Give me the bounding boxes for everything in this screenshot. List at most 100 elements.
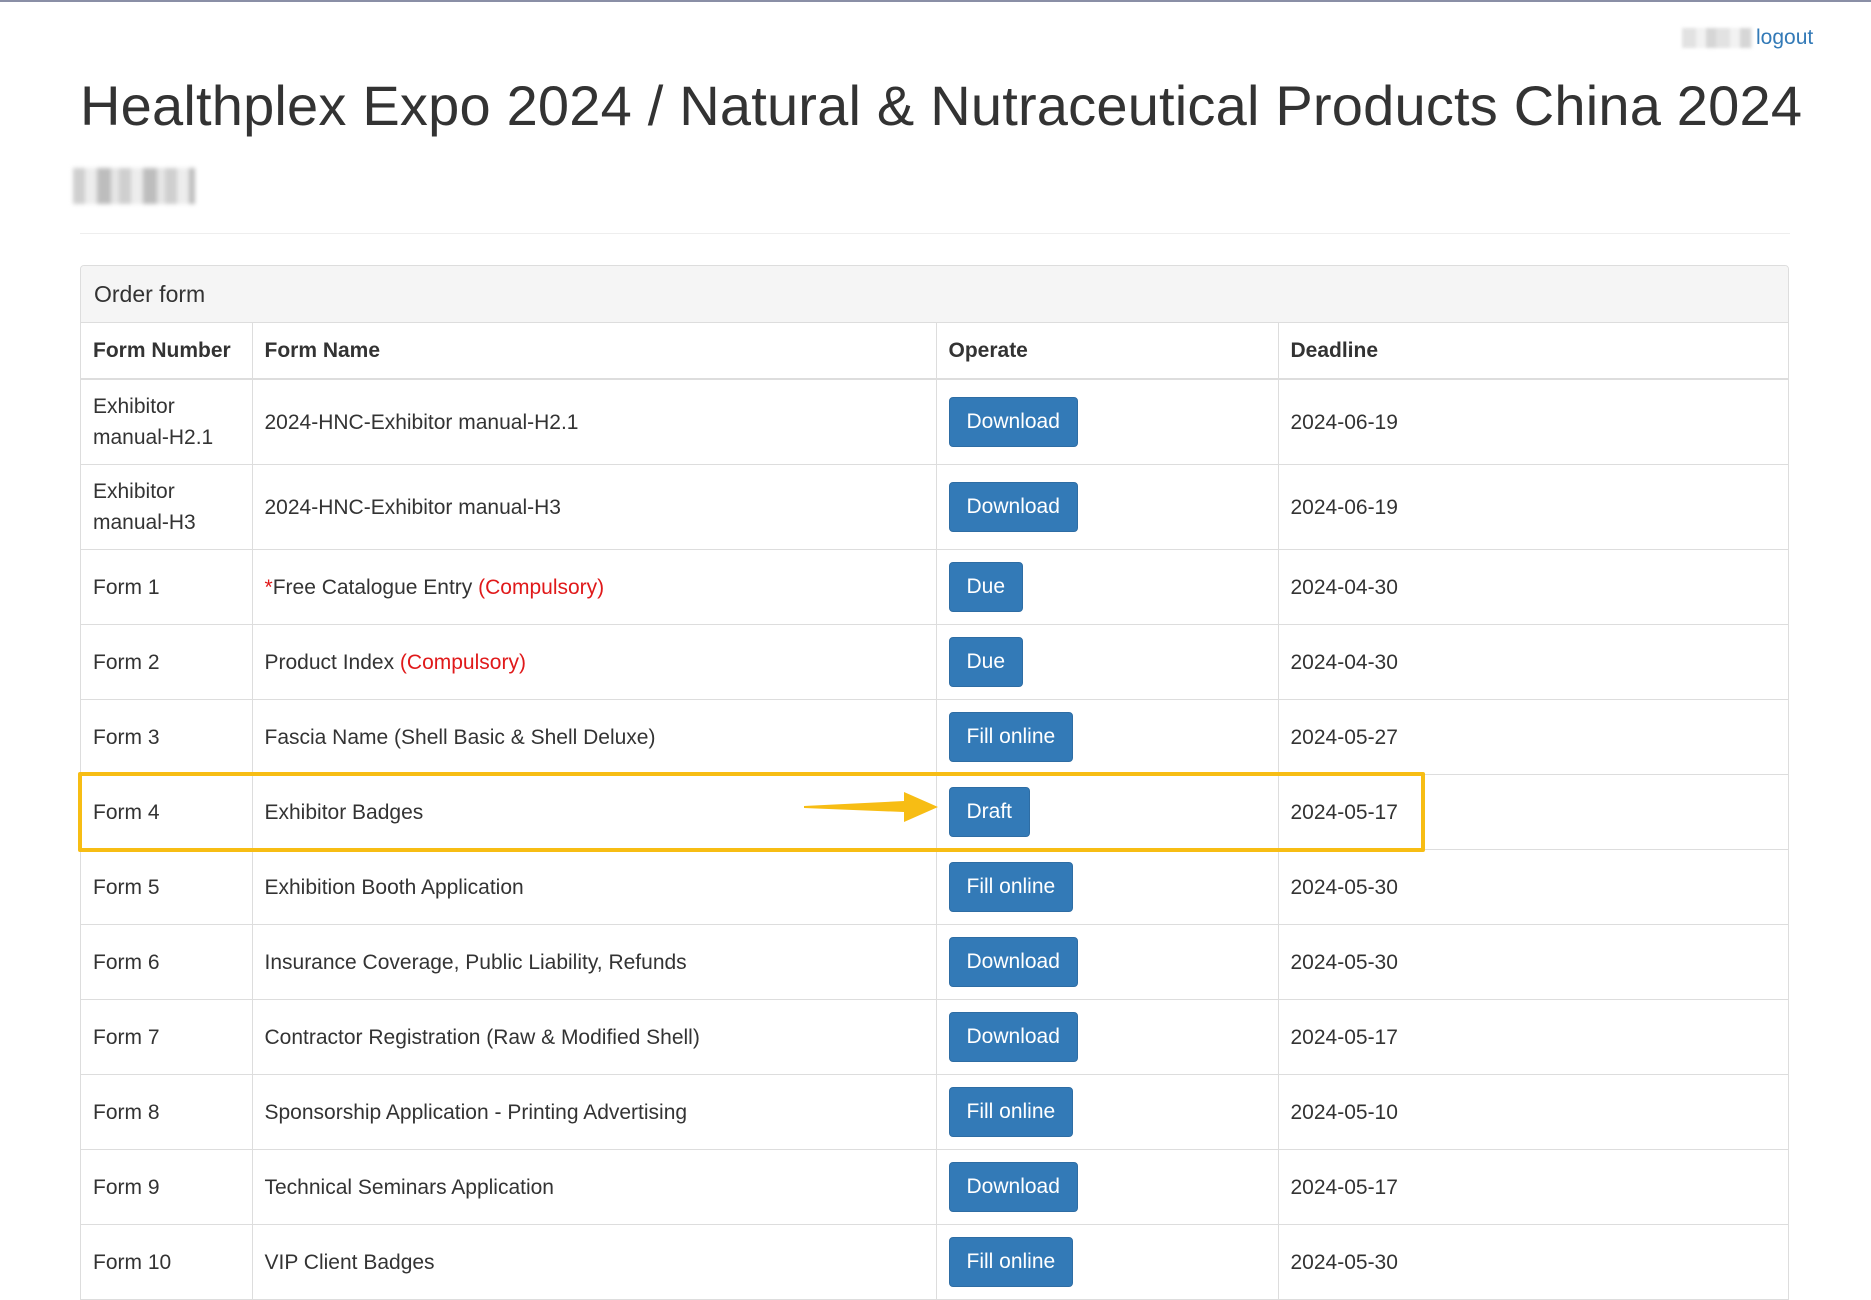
form-name-text: Sponsorship Application - Printing Adver…: [264, 1100, 688, 1124]
form-name-cell: Fascia Name (Shell Basic & Shell Deluxe): [252, 699, 937, 775]
operate-cell: Download: [936, 999, 1279, 1075]
divider: [80, 233, 1790, 234]
download-button[interactable]: Download: [948, 937, 1078, 987]
form-name-cell: *Free Catalogue Entry (Compulsory): [252, 549, 937, 625]
fill-online-button[interactable]: Fill online: [948, 862, 1074, 912]
order-form-table: Form Number Form Name Operate Deadline E…: [81, 323, 1788, 1300]
column-header-form-number: Form Number: [81, 323, 253, 380]
form-name-text: Exhibition Booth Application: [264, 875, 524, 899]
operate-cell: Fill online: [936, 699, 1279, 775]
form-name-text: 2024-HNC-Exhibitor manual-H3: [264, 495, 561, 519]
due-button[interactable]: Due: [948, 637, 1024, 687]
form-name-text: Free Catalogue Entry: [272, 575, 479, 599]
form-number-cell: Form 1: [81, 549, 253, 625]
required-star: *: [264, 575, 273, 599]
form-name-cell: Technical Seminars Application: [252, 1149, 937, 1225]
deadline-cell: 2024-06-19: [1278, 464, 1788, 550]
table-row: Form 2 Product Index (Compulsory) Due 2024-…: [81, 624, 1788, 700]
deadline-cell: 2024-05-30: [1278, 849, 1788, 925]
user-area: logout: [1682, 24, 1813, 52]
form-name-text: Product Index: [264, 650, 400, 674]
deadline-cell: 2024-05-10: [1278, 1074, 1788, 1150]
table-body: Exhibitor manual-H2.1 2024-HNC-Exhibitor …: [81, 379, 1788, 1300]
form-number-cell: Exhibitor manual-H3: [81, 464, 253, 550]
column-header-deadline: Deadline: [1278, 323, 1788, 380]
download-button[interactable]: Download: [948, 1162, 1078, 1212]
form-number-cell: Form 8: [81, 1074, 253, 1150]
fill-online-button[interactable]: Fill online: [948, 1087, 1074, 1137]
table-row: Form 5 Exhibition Booth Application Fill o…: [81, 849, 1788, 925]
operate-cell: Due: [936, 624, 1279, 700]
deadline-cell: 2024-05-30: [1278, 924, 1788, 1000]
table-row: Form 1 *Free Catalogue Entry (Compulsory)…: [81, 549, 1788, 625]
blurred-company-name: [73, 168, 195, 204]
form-name-cell: 2024-HNC-Exhibitor manual-H2.1: [252, 379, 937, 465]
operate-cell: Download: [936, 464, 1279, 550]
form-name-cell: Exhibitor Badges: [252, 774, 937, 850]
column-header-form-name: Form Name: [252, 323, 937, 380]
table-header-row: Form Number Form Name Operate Deadline: [81, 323, 1788, 380]
operate-cell: Draft: [936, 774, 1279, 850]
form-name-text: Fascia Name (Shell Basic & Shell Deluxe): [264, 725, 656, 749]
table-row: Form 4 Exhibitor Badges Draft 2024-05-17: [81, 774, 1788, 850]
form-number-cell: Form 9: [81, 1149, 253, 1225]
form-number-cell: Form 5: [81, 849, 253, 925]
operate-cell: Download: [936, 924, 1279, 1000]
fill-online-button[interactable]: Fill online: [948, 1237, 1074, 1287]
form-number-cell: Form 6: [81, 924, 253, 1000]
fill-online-button[interactable]: Fill online: [948, 712, 1074, 762]
form-name-text: Contractor Registration (Raw & Modified …: [264, 1025, 700, 1049]
form-number-cell: Form 3: [81, 699, 253, 775]
page-title: Healthplex Expo 2024 / Natural & Nutrace…: [80, 74, 1803, 137]
order-form-panel: Order form Form Number Form Name Operate…: [80, 265, 1789, 1300]
page: logout Healthplex Expo 2024 / Natural & …: [0, 0, 1871, 1300]
deadline-cell: 2024-05-17: [1278, 1149, 1788, 1225]
blurred-username: [1682, 28, 1752, 48]
draft-button[interactable]: Draft: [948, 787, 1031, 837]
deadline-cell: 2024-04-30: [1278, 549, 1788, 625]
table-row: Form 10 VIP Client Badges Fill online 2024-…: [81, 1224, 1788, 1300]
form-name-cell: 2024-HNC-Exhibitor manual-H3: [252, 464, 937, 550]
table-row: Form 3 Fascia Name (Shell Basic & Shell D…: [81, 699, 1788, 775]
compulsory-label: (Compulsory): [478, 575, 605, 599]
form-number-cell: Form 4: [81, 774, 253, 850]
deadline-cell: 2024-05-27: [1278, 699, 1788, 775]
table-row: Exhibitor manual-H3 2024-HNC-Exhibitor ma…: [81, 464, 1788, 550]
table-row: Form 6 Insurance Coverage, Public Liabili…: [81, 924, 1788, 1000]
download-button[interactable]: Download: [948, 482, 1078, 532]
form-name-text: Technical Seminars Application: [264, 1175, 555, 1199]
operate-cell: Fill online: [936, 1224, 1279, 1300]
form-name-cell: Contractor Registration (Raw & Modified …: [252, 999, 937, 1075]
deadline-cell: 2024-06-19: [1278, 379, 1788, 465]
top-border: [0, 0, 1871, 2]
operate-cell: Fill online: [936, 849, 1279, 925]
form-name-text: 2024-HNC-Exhibitor manual-H2.1: [264, 410, 579, 434]
form-number-cell: Form 10: [81, 1224, 253, 1300]
table-row: Form 8 Sponsorship Application - Printing…: [81, 1074, 1788, 1150]
form-number-cell: Form 2: [81, 624, 253, 700]
download-button[interactable]: Download: [948, 397, 1078, 447]
deadline-cell: 2024-05-17: [1278, 999, 1788, 1075]
logout-link[interactable]: logout: [1756, 26, 1813, 50]
form-name-text: Insurance Coverage, Public Liability, Re…: [264, 950, 687, 974]
operate-cell: Download: [936, 379, 1279, 465]
compulsory-label: (Compulsory): [399, 650, 526, 674]
due-button[interactable]: Due: [948, 562, 1024, 612]
operate-cell: Fill online: [936, 1074, 1279, 1150]
deadline-cell: 2024-04-30: [1278, 624, 1788, 700]
download-button[interactable]: Download: [948, 1012, 1078, 1062]
form-name-cell: Sponsorship Application - Printing Adver…: [252, 1074, 937, 1150]
panel-heading: Order form: [81, 266, 1788, 323]
form-name-cell: Exhibition Booth Application: [252, 849, 937, 925]
table-row: Form 9 Technical Seminars Application Down…: [81, 1149, 1788, 1225]
form-name-cell: Insurance Coverage, Public Liability, Re…: [252, 924, 937, 1000]
deadline-cell: 2024-05-17: [1278, 774, 1788, 850]
operate-cell: Download: [936, 1149, 1279, 1225]
column-header-operate: Operate: [936, 323, 1279, 380]
operate-cell: Due: [936, 549, 1279, 625]
form-name-text: Exhibitor Badges: [264, 800, 424, 824]
table-row: Exhibitor manual-H2.1 2024-HNC-Exhibitor …: [81, 379, 1788, 465]
form-number-cell: Form 7: [81, 999, 253, 1075]
form-name-cell: VIP Client Badges: [252, 1224, 937, 1300]
table-row: Form 7 Contractor Registration (Raw & Mod…: [81, 999, 1788, 1075]
